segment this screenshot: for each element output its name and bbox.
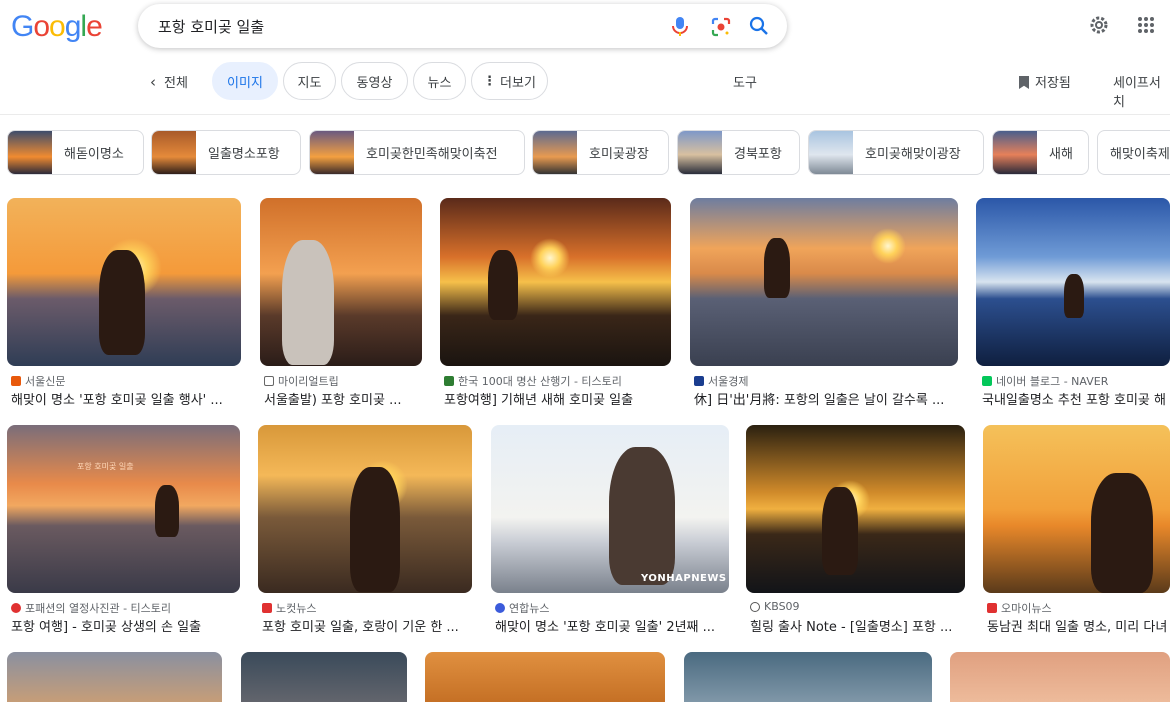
source-favicon [11, 376, 21, 386]
tab-news[interactable]: 뉴스 [413, 62, 466, 100]
search-tabs: ‹ 전체 이미지 지도 동영상 뉴스 ⋮ 더보기 도구 저장됨 세이프서치 [0, 62, 1170, 110]
result-source: 서울경제 [694, 373, 956, 389]
source-favicon [444, 376, 454, 386]
source-favicon [982, 376, 992, 386]
source-favicon [11, 603, 21, 613]
result-source: KBS09 [750, 600, 963, 613]
chip-thumbnail [993, 131, 1037, 174]
result-image[interactable] [425, 652, 665, 702]
chip-related-search[interactable]: 호미곶한민족해맞이축전 [309, 130, 525, 175]
source-favicon [262, 603, 272, 613]
hand-sculpture [350, 467, 400, 592]
result-title[interactable]: 서울출발) 포항 호미곶 ... [264, 389, 420, 408]
lens-icon[interactable] [710, 16, 732, 42]
chip-thumbnail [533, 131, 577, 174]
result-title[interactable]: 休] 日'出'月將: 포항의 일출은 날이 갈수록 ... [694, 389, 956, 408]
hand-sculpture [609, 447, 675, 585]
chip-related-search[interactable]: 호미곶광장 [532, 130, 669, 175]
chip-related-search[interactable]: 일출명소포항 [151, 130, 301, 175]
result-image[interactable]: YONHAPNEWS [491, 425, 729, 593]
search-box[interactable]: 포항 호미곶 일출 [138, 4, 787, 48]
result-source: 한국 100대 명산 산행기 - 티스토리 [444, 373, 669, 389]
result-title[interactable]: 포항여행] 기해년 새해 호미곶 일출 [444, 389, 669, 408]
result-source: 포패션의 열정사진관 - 티스토리 [11, 600, 239, 616]
result-image[interactable] [440, 198, 671, 366]
result-image[interactable]: 포항 호미곶 일출 [7, 425, 240, 593]
result-image[interactable] [258, 425, 472, 593]
hand-sculpture [1091, 473, 1153, 593]
source-favicon [987, 603, 997, 613]
result-image[interactable] [976, 198, 1170, 366]
result-image[interactable] [7, 652, 222, 702]
hand-sculpture [488, 250, 518, 320]
sun-glow [530, 238, 570, 278]
tab-images[interactable]: 이미지 [212, 62, 278, 100]
chip-thumbnail [8, 131, 52, 174]
search-icon[interactable] [749, 16, 769, 40]
result-image[interactable] [684, 652, 932, 702]
chip-thumbnail [678, 131, 722, 174]
image-overlay-text: 포항 호미곶 일출 [77, 462, 134, 471]
result-image[interactable] [7, 198, 241, 366]
hand-sculpture [99, 250, 145, 355]
hand-sculpture [764, 238, 790, 298]
search-input[interactable]: 포항 호미곶 일출 [158, 16, 264, 37]
source-favicon [264, 376, 274, 386]
chip-related-search[interactable]: 경북포항 [677, 130, 800, 175]
chip-thumbnail [152, 131, 196, 174]
tab-all[interactable]: ‹ 전체 [150, 72, 188, 91]
google-logo[interactable]: Google [11, 10, 103, 44]
hand-sculpture [155, 485, 179, 537]
result-source: 네이버 블로그 - NAVER [982, 373, 1170, 389]
result-title[interactable]: 포항 호미곶 일출, 호랑이 기운 한 ... [262, 616, 470, 635]
gear-icon[interactable] [1088, 14, 1110, 40]
source-favicon [694, 376, 704, 386]
result-source: 오마이뉴스 [987, 600, 1170, 616]
result-source: 노컷뉴스 [262, 600, 470, 616]
sun-glow [870, 228, 906, 264]
tools-button[interactable]: 도구 [733, 72, 757, 91]
result-image[interactable] [241, 652, 407, 702]
chip-related-search[interactable]: 해맞이축제 [1097, 130, 1170, 175]
chip-related-search[interactable]: 새해 [992, 130, 1089, 175]
source-favicon [750, 601, 760, 612]
result-title[interactable]: 힐링 출사 Note - [일출명소] 포항 ... [750, 616, 963, 635]
chip-related-search[interactable]: 해돋이명소 [7, 130, 144, 175]
result-image[interactable] [746, 425, 965, 593]
chip-thumbnail [310, 131, 354, 174]
result-image[interactable] [950, 652, 1170, 702]
chevron-left-icon: ‹ [150, 73, 156, 91]
bookmark-icon [1019, 76, 1029, 89]
result-title[interactable]: 포항 여행] - 호미곶 상생의 손 일출 [11, 616, 239, 635]
result-image[interactable] [260, 198, 422, 366]
chip-related-search[interactable]: 호미곶해맞이광장 [808, 130, 984, 175]
yonhap-watermark: YONHAPNEWS [641, 573, 727, 584]
result-title[interactable]: 해맞이 명소 '포항 호미곶 일출' 2년째 ... [495, 616, 727, 635]
tab-more[interactable]: ⋮ 더보기 [471, 62, 548, 100]
result-source: 마이리얼트립 [264, 373, 420, 389]
safesearch-button[interactable]: 세이프서치 [1113, 72, 1170, 110]
result-source: 연합뉴스 [495, 600, 727, 616]
hand-sculpture [282, 240, 334, 365]
tab-videos[interactable]: 동영상 [341, 62, 408, 100]
more-vert-icon: ⋮ [483, 73, 497, 89]
apps-grid-icon[interactable] [1137, 16, 1155, 38]
saved-button[interactable]: 저장됨 [1019, 72, 1071, 91]
chip-thumbnail [809, 131, 853, 174]
header-divider [0, 114, 1170, 115]
tab-maps[interactable]: 지도 [283, 62, 336, 100]
result-title[interactable]: 해맞이 명소 '포항 호미곶 일출 행사' ... [11, 389, 239, 408]
source-favicon [495, 603, 505, 613]
result-image[interactable] [690, 198, 958, 366]
hand-sculpture [1064, 274, 1084, 318]
result-image[interactable] [983, 425, 1170, 593]
result-title[interactable]: 국내일출명소 추천 포항 호미곶 해 [982, 389, 1170, 408]
hand-sculpture [822, 487, 858, 575]
mic-icon[interactable] [671, 16, 689, 42]
result-source: 서울신문 [11, 373, 239, 389]
result-title[interactable]: 동남권 최대 일출 명소, 미리 다녀 [987, 616, 1170, 635]
